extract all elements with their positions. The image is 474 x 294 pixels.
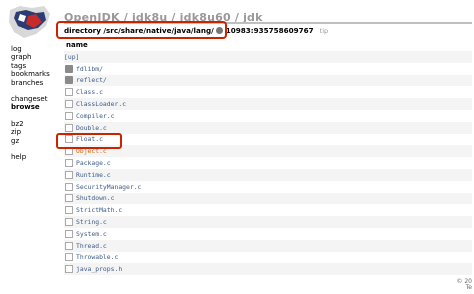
revision-id: 10983:935758609767	[225, 26, 314, 35]
file-link[interactable]: StrictMath.c	[76, 206, 122, 214]
table-row[interactable]: StrictMath.c	[64, 204, 472, 217]
file-link[interactable]: fdlibm/	[76, 65, 103, 73]
table-row-up[interactable]: [up]	[64, 51, 472, 63]
file-icon	[65, 241, 73, 250]
file-icon	[65, 123, 73, 132]
sidebar-item-log[interactable]: log	[11, 45, 50, 53]
file-icon	[65, 206, 73, 215]
sidebar-item-browse: browse	[11, 103, 40, 112]
column-header-name: name	[66, 41, 88, 49]
file-icon	[65, 194, 73, 203]
file-link[interactable]: Thread.c	[76, 242, 107, 250]
table-row[interactable]: fdlibm/	[64, 62, 472, 75]
file-link[interactable]: Runtime.c	[76, 171, 111, 179]
file-icon	[65, 253, 73, 262]
table-row[interactable]: Class.c	[64, 86, 472, 99]
object-c-highlight-box	[56, 133, 122, 149]
sidebar-item-tags[interactable]: tags	[11, 62, 50, 70]
file-link[interactable]: Compiler.c	[76, 112, 114, 120]
table-row[interactable]: java_props.h	[64, 263, 472, 276]
sidebar-item-help[interactable]: help	[11, 153, 50, 161]
mercurial-logo[interactable]	[6, 4, 52, 42]
table-row[interactable]: Float.c	[64, 133, 472, 146]
file-link[interactable]: Throwable.c	[76, 253, 118, 261]
table-row[interactable]: System.c	[64, 227, 472, 240]
file-link[interactable]: Shutdown.c	[76, 194, 114, 202]
path-highlight-box	[56, 21, 227, 39]
file-link[interactable]: System.c	[76, 230, 107, 238]
file-link[interactable]: ClassLoader.c	[76, 100, 126, 108]
file-link[interactable]: SecurityManager.c	[76, 183, 141, 191]
table-row[interactable]: ClassLoader.c	[64, 98, 472, 110]
sidebar-item-graph[interactable]: graph	[11, 53, 50, 61]
table-row-highlighted[interactable]: Object.c	[64, 145, 472, 158]
folder-icon	[65, 76, 73, 85]
sidebar-item-branches[interactable]: branches	[11, 79, 50, 87]
file-link[interactable]: reflect/	[76, 76, 107, 84]
folder-icon	[65, 64, 73, 73]
file-icon	[65, 159, 73, 168]
table-row[interactable]: reflect/	[64, 74, 472, 87]
table-row[interactable]: Thread.c	[64, 239, 472, 252]
table-row[interactable]: Compiler.c	[64, 109, 472, 122]
footer: © 20 Te	[456, 279, 472, 291]
table-row[interactable]: SecurityManager.c	[64, 180, 472, 193]
file-link[interactable]: Class.c	[76, 88, 103, 96]
table-row[interactable]: Package.c	[64, 157, 472, 169]
file-table: name [up] fdlibm/ reflect/ Class.c Class…	[64, 40, 472, 276]
sidebar-item-bookmarks[interactable]: bookmarks	[11, 70, 50, 78]
sidebar-item-zip[interactable]: zip	[11, 128, 50, 136]
table-row[interactable]: String.c	[64, 216, 472, 228]
file-link[interactable]: Double.c	[76, 124, 107, 132]
file-icon	[65, 265, 73, 274]
file-icon	[65, 182, 73, 191]
sidebar-menu: log graph tags bookmarks branches change…	[11, 45, 50, 161]
file-icon	[65, 218, 73, 227]
table-row[interactable]: Throwable.c	[64, 251, 472, 264]
table-row[interactable]: Double.c	[64, 121, 472, 134]
sidebar-item-gz[interactable]: gz	[11, 137, 50, 145]
file-link[interactable]: String.c	[76, 218, 107, 226]
footer-trademark: Te	[465, 284, 472, 291]
file-icon	[65, 229, 73, 238]
file-icon	[65, 170, 73, 179]
table-row[interactable]: Shutdown.c	[64, 192, 472, 205]
file-icon	[65, 111, 73, 120]
file-icon	[65, 88, 73, 97]
tip-tag: tip	[319, 26, 329, 35]
file-link[interactable]: java_props.h	[76, 265, 122, 273]
sidebar-item-changeset[interactable]: changeset	[11, 95, 50, 103]
sidebar-item-bz2[interactable]: bz2	[11, 120, 50, 128]
file-icon	[65, 100, 73, 109]
file-link[interactable]: Package.c	[76, 159, 111, 167]
up-link[interactable]: [up]	[64, 53, 79, 61]
table-row[interactable]: Runtime.c	[64, 168, 472, 181]
